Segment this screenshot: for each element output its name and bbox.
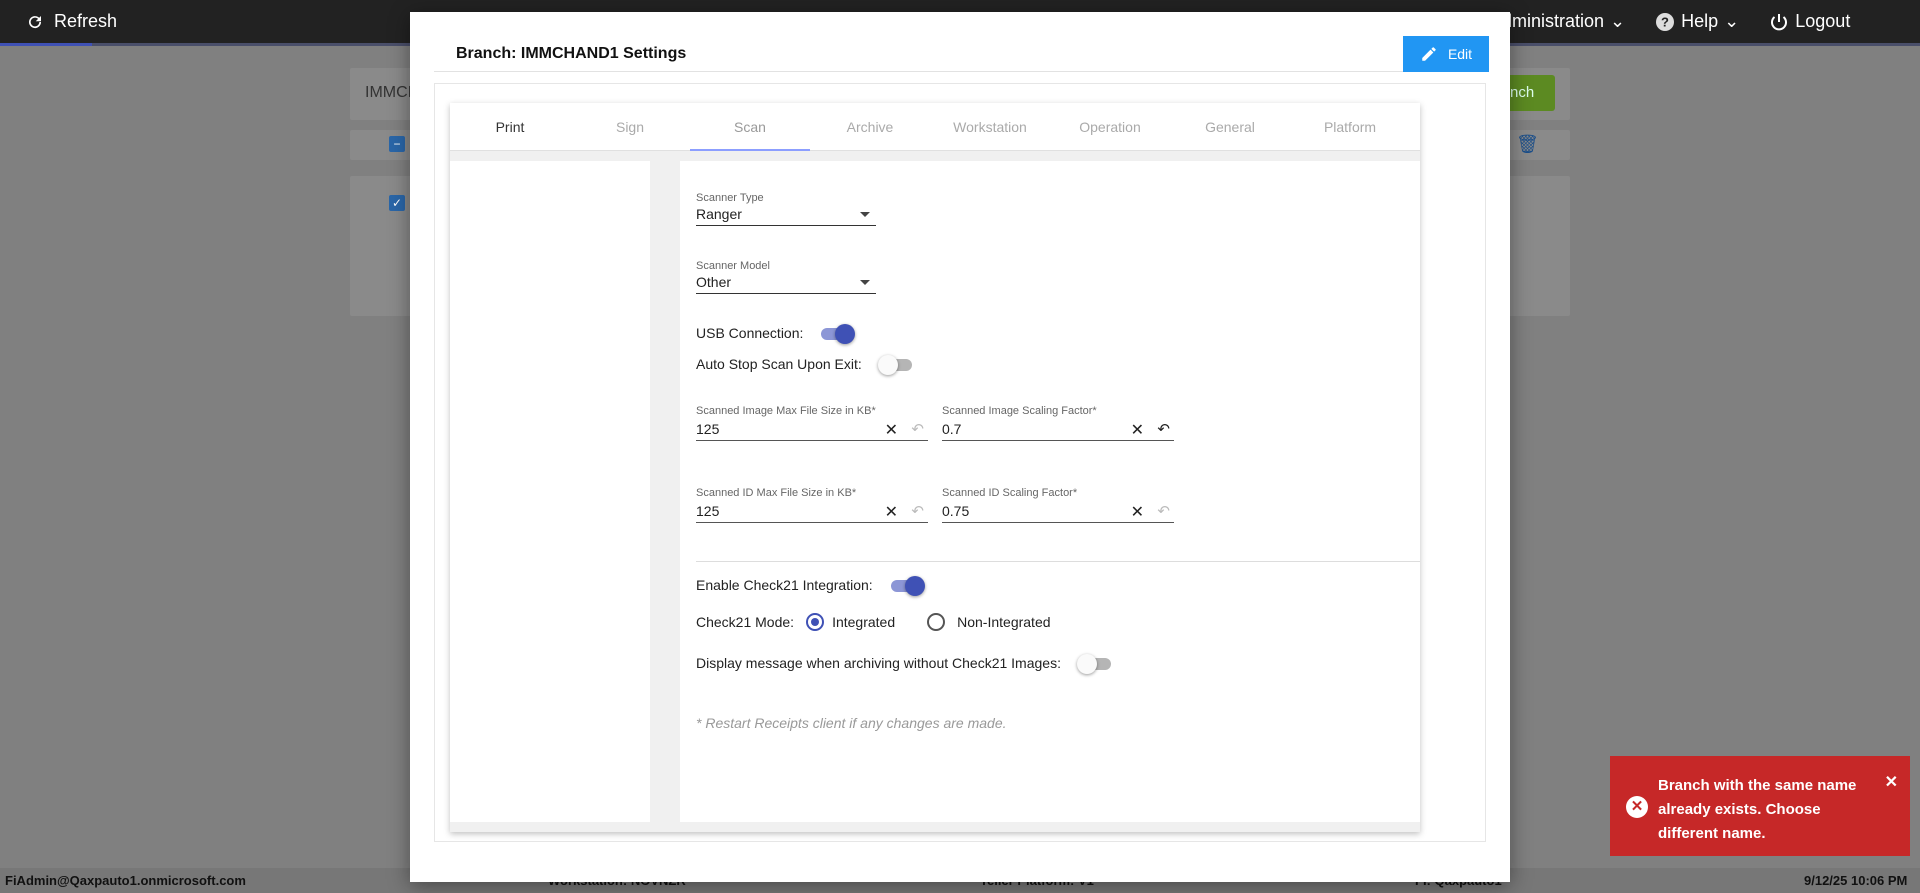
clear-icon[interactable]: ✕: [1131, 502, 1144, 522]
auto-stop-toggle[interactable]: [877, 354, 914, 375]
id-scaling-input[interactable]: [942, 501, 1122, 521]
radio-integrated-label: Integrated: [832, 614, 896, 630]
id-max-size-field: Scanned ID Max File Size in KB* ✕ ↶: [696, 487, 928, 523]
trash-icon: 🗑: [1516, 134, 1539, 154]
restart-note: * Restart Receipts client if any changes…: [696, 715, 1007, 731]
logout-button[interactable]: Logout: [1769, 11, 1850, 32]
radio-non-integrated[interactable]: [927, 613, 946, 631]
check21-mode-row: Check21 Mode: Integrated Non-Integrated: [696, 613, 1051, 631]
scanner-type-select[interactable]: Scanner Type Ranger: [696, 192, 876, 226]
chevron-down-icon: ⌄: [1610, 11, 1626, 31]
tab-workstation[interactable]: Workstation: [930, 103, 1050, 151]
scanner-model-label: Scanner Model: [696, 260, 770, 272]
status-user: FiAdmin@Qaxpauto1.onmicrosoft.com: [5, 873, 246, 888]
radio-non-integrated-label: Non-Integrated: [957, 614, 1051, 630]
clear-icon[interactable]: ✕: [1131, 420, 1144, 440]
tab-operation[interactable]: Operation: [1050, 103, 1170, 151]
search-input-text: IMMCI: [365, 84, 413, 101]
pencil-icon: [1422, 47, 1436, 61]
settings-tabs: Print Sign Scan Archive Workstation Oper…: [450, 103, 1420, 151]
error-icon: ✕: [1626, 796, 1648, 818]
undo-icon[interactable]: ↶: [911, 502, 924, 520]
refresh-button[interactable]: Refresh: [26, 11, 117, 32]
toast-message: Branch with the same name already exists…: [1658, 777, 1857, 842]
error-toast: ✕ Branch with the same name already exis…: [1610, 756, 1910, 856]
undo-icon[interactable]: ↶: [1157, 420, 1170, 438]
help-menu[interactable]: ? Help ⌄: [1655, 11, 1739, 32]
image-scaling-label: Scanned Image Scaling Factor*: [942, 405, 1097, 417]
radio-integrated[interactable]: [806, 613, 825, 631]
check21-integration-toggle[interactable]: [889, 575, 925, 596]
administration-menu[interactable]: Administration ⌄: [1490, 11, 1625, 32]
usb-connection-toggle[interactable]: [819, 323, 856, 344]
image-max-size-input[interactable]: [696, 419, 876, 439]
clear-icon[interactable]: ✕: [885, 502, 898, 522]
dialog-header: Branch: IMMCHAND1 Settings Edit: [434, 36, 1489, 72]
scanner-model-select[interactable]: Scanner Model Other: [696, 260, 876, 294]
display-message-row: Display message when archiving without C…: [696, 653, 1113, 674]
close-icon[interactable]: ✕: [1885, 772, 1898, 792]
dialog-title: Branch: IMMCHAND1 Settings: [456, 45, 687, 62]
chevron-down-icon: ⌄: [1724, 11, 1740, 31]
help-label: Help: [1681, 11, 1719, 31]
add-branch-label: nch: [1510, 84, 1535, 101]
branch-settings-dialog: Branch: IMMCHAND1 Settings Edit Print Si…: [410, 12, 1510, 882]
svg-text:?: ?: [1661, 14, 1669, 29]
check21-mode-label: Check21 Mode:: [696, 614, 795, 630]
image-max-size-field: Scanned Image Max File Size in KB* ✕ ↶: [696, 405, 928, 441]
edit-button[interactable]: Edit: [1403, 36, 1489, 72]
section-divider: [696, 561, 1420, 562]
tab-platform[interactable]: Platform: [1290, 103, 1410, 151]
dropdown-caret-icon: [860, 212, 870, 217]
auto-stop-label: Auto Stop Scan Upon Exit:: [696, 356, 862, 372]
id-scaling-label: Scanned ID Scaling Factor*: [942, 487, 1078, 499]
id-max-size-label: Scanned ID Max File Size in KB*: [696, 487, 857, 499]
scanner-type-value: Ranger: [696, 206, 742, 222]
id-scaling-field: Scanned ID Scaling Factor* ✕ ↶: [942, 487, 1174, 523]
status-datetime: 9/12/25 10:06 PM: [1804, 873, 1908, 888]
power-icon: [1771, 13, 1788, 30]
image-scaling-input[interactable]: [942, 419, 1122, 439]
tab-scan[interactable]: Scan: [690, 103, 810, 151]
clear-icon[interactable]: ✕: [885, 420, 898, 440]
usb-connection-row: USB Connection:: [696, 323, 856, 344]
edit-label: Edit: [1447, 46, 1473, 62]
row-checkbox: ✓: [389, 195, 405, 211]
settings-panel: Print Sign Scan Archive Workstation Oper…: [450, 103, 1420, 832]
select-all-checkbox: −: [389, 136, 405, 152]
dropdown-caret-icon: [860, 280, 870, 285]
scanner-type-label: Scanner Type: [696, 192, 764, 204]
tab-print[interactable]: Print: [450, 103, 570, 151]
undo-icon[interactable]: ↶: [911, 420, 924, 438]
tab-general[interactable]: General: [1170, 103, 1290, 151]
usb-connection-label: USB Connection:: [696, 325, 804, 341]
scanner-model-value: Other: [696, 274, 732, 290]
undo-icon[interactable]: ↶: [1157, 502, 1170, 520]
refresh-icon: [29, 15, 42, 28]
tab-sign[interactable]: Sign: [570, 103, 690, 151]
id-max-size-input[interactable]: [696, 501, 876, 521]
image-max-size-label: Scanned Image Max File Size in KB*: [696, 405, 876, 417]
scan-settings-content: Scanner Type Ranger Scanner Model Other …: [680, 161, 1420, 822]
image-scaling-field: Scanned Image Scaling Factor* ✕ ↶: [942, 405, 1174, 441]
left-column: [450, 161, 650, 822]
loading-progress-fill: [0, 43, 93, 46]
refresh-label: Refresh: [54, 11, 118, 31]
check21-integration-row: Enable Check21 Integration:: [696, 575, 925, 596]
auto-stop-row: Auto Stop Scan Upon Exit:: [696, 354, 914, 375]
check21-integration-label: Enable Check21 Integration:: [696, 577, 873, 593]
logout-label: Logout: [1795, 11, 1851, 31]
help-icon: ?: [1656, 12, 1675, 31]
display-message-label: Display message when archiving without C…: [696, 655, 1061, 671]
display-message-toggle[interactable]: [1076, 653, 1113, 674]
tab-archive[interactable]: Archive: [810, 103, 930, 151]
